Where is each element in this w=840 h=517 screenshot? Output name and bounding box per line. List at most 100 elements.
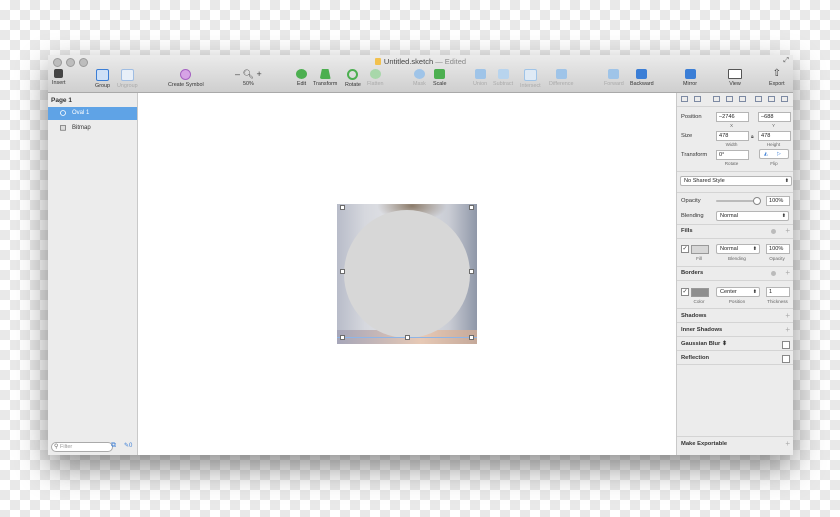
border-position-select[interactable]: Center ⬍ <box>716 287 760 297</box>
page-name[interactable]: Page 1 <box>51 97 72 104</box>
make-exportable-label: Make Exportable <box>681 441 728 447</box>
shared-style-select[interactable]: No Shared Style ⬍ <box>680 176 792 186</box>
fills-label: Fills <box>681 228 693 234</box>
forward-icon <box>608 69 620 79</box>
border-checkbox[interactable]: ✓ <box>681 288 689 296</box>
x-field[interactable]: –2746 <box>716 112 749 122</box>
fill-color-swatch[interactable] <box>691 245 709 254</box>
backward-icon <box>636 69 648 79</box>
rotate-field[interactable]: 0° <box>716 150 749 160</box>
flip-horizontal-icon[interactable]: ◭ <box>764 151 768 157</box>
ungroup-button[interactable]: Ungroup <box>117 69 138 89</box>
resize-handle[interactable] <box>469 335 474 340</box>
distribute-vertical-icon[interactable] <box>694 96 701 102</box>
mirror-button[interactable]: Mirror <box>683 69 697 87</box>
zoom-control: – 🔍︎ + 50% <box>235 69 262 87</box>
artboard-filter-icon[interactable]: ⧉ <box>111 442 116 450</box>
filter-input[interactable]: ⚲ Filter <box>51 442 113 452</box>
lock-icon[interactable]: 🔒︎ <box>751 134 754 140</box>
mirror-icon <box>684 69 696 79</box>
opacity-slider[interactable] <box>716 197 761 205</box>
zoom-in-button[interactable]: + <box>256 69 261 79</box>
flip-control: ◭ ▷ <box>759 149 789 159</box>
layer-bitmap[interactable]: Bitmap <box>48 122 137 135</box>
reflection-checkbox[interactable] <box>782 355 790 363</box>
chevron-updown-icon: ⬍ <box>752 246 757 252</box>
transform-button[interactable]: Transform <box>313 69 337 87</box>
reflection-label: Reflection <box>681 355 710 361</box>
canvas[interactable] <box>138 93 676 455</box>
mask-button[interactable]: Mask <box>413 69 426 87</box>
blending-select[interactable]: Normal ⬍ <box>716 211 789 221</box>
add-shadow-button[interactable]: + <box>785 312 790 320</box>
export-icon: ⇧ <box>772 68 781 79</box>
create-symbol-button[interactable]: Create Symbol <box>168 69 204 88</box>
zoom-out-button[interactable]: – <box>235 69 240 79</box>
chevron-updown-icon: ⬍ <box>784 178 789 184</box>
layer-oval-1[interactable]: Oval 1 <box>48 107 137 120</box>
border-options-icon[interactable] <box>771 271 776 276</box>
align-right-icon[interactable] <box>739 96 746 102</box>
layers-panel: Page 1 Oval 1 Bitmap ⚲ Filter ⧉ ✎0 <box>48 93 138 455</box>
border-thickness-field[interactable]: 1 <box>766 287 790 297</box>
view-button[interactable]: View <box>728 69 742 87</box>
fill-blending-select[interactable]: Normal ⬍ <box>716 244 760 254</box>
forward-button[interactable]: Forward <box>604 69 624 87</box>
edit-button[interactable]: Edit <box>296 69 307 87</box>
gaussian-blur-label[interactable]: Gaussian Blur ⬍ <box>681 341 727 347</box>
add-inner-shadow-button[interactable]: + <box>785 326 790 334</box>
flip-vertical-icon[interactable]: ▷ <box>777 151 781 157</box>
distribute-horizontal-icon[interactable] <box>681 96 688 102</box>
blending-label: Blending <box>681 213 704 219</box>
subtract-icon <box>497 69 509 79</box>
intersect-button[interactable]: Intersect <box>520 69 541 89</box>
fill-checkbox[interactable]: ✓ <box>681 245 689 253</box>
group-button[interactable]: Group <box>95 69 110 89</box>
align-middle-icon[interactable] <box>768 96 775 102</box>
insert-button[interactable]: Insert <box>52 69 65 86</box>
oval-shape[interactable] <box>344 210 470 338</box>
gaussian-blur-checkbox[interactable] <box>782 341 790 349</box>
chevron-updown-icon: ⬍ <box>752 289 757 295</box>
resize-handle[interactable] <box>340 205 345 210</box>
resize-handle[interactable] <box>340 269 345 274</box>
view-icon <box>728 69 742 79</box>
resize-handle[interactable] <box>340 335 345 340</box>
width-field[interactable]: 478 <box>716 131 749 141</box>
scale-button[interactable]: Scale <box>433 69 447 87</box>
add-fill-button[interactable]: + <box>785 227 790 235</box>
subtract-button[interactable]: Subtract <box>493 69 513 87</box>
search-icon: ⚲ <box>54 444 59 450</box>
fill-opacity-field[interactable]: 100% <box>766 244 790 254</box>
difference-button[interactable]: Difference <box>549 69 573 87</box>
resize-handle[interactable] <box>469 205 474 210</box>
align-bottom-icon[interactable] <box>781 96 788 102</box>
bitmap-image[interactable] <box>337 204 477 344</box>
export-button[interactable]: ⇧ Export <box>769 68 785 88</box>
fill-options-icon[interactable] <box>771 229 776 234</box>
backward-button[interactable]: Backward <box>630 69 654 87</box>
align-top-icon[interactable] <box>755 96 762 102</box>
intersect-icon <box>523 69 537 81</box>
align-center-icon[interactable] <box>726 96 733 102</box>
make-exportable-button[interactable]: + <box>785 440 790 448</box>
y-field[interactable]: –688 <box>758 112 791 122</box>
zoom-level: 50% <box>242 81 254 87</box>
height-field[interactable]: 478 <box>758 131 791 141</box>
mask-icon <box>413 69 425 79</box>
opacity-field[interactable]: 100% <box>766 196 790 206</box>
rotate-button[interactable]: Rotate <box>345 69 361 88</box>
border-color-swatch[interactable] <box>691 288 709 297</box>
chevron-updown-icon: ⬍ <box>721 341 727 347</box>
shadows-label: Shadows <box>681 313 707 319</box>
slice-filter-icon[interactable]: ✎0 <box>124 442 132 449</box>
flatten-button[interactable]: Flatten <box>367 69 383 87</box>
document-icon <box>374 58 381 65</box>
slider-knob[interactable] <box>753 197 761 205</box>
add-border-button[interactable]: + <box>785 269 790 277</box>
resize-handle[interactable] <box>405 335 410 340</box>
fullscreen-icon[interactable]: ⤢ <box>783 57 789 65</box>
resize-handle[interactable] <box>469 269 474 274</box>
align-left-icon[interactable] <box>713 96 720 102</box>
union-button[interactable]: Union <box>473 69 487 87</box>
